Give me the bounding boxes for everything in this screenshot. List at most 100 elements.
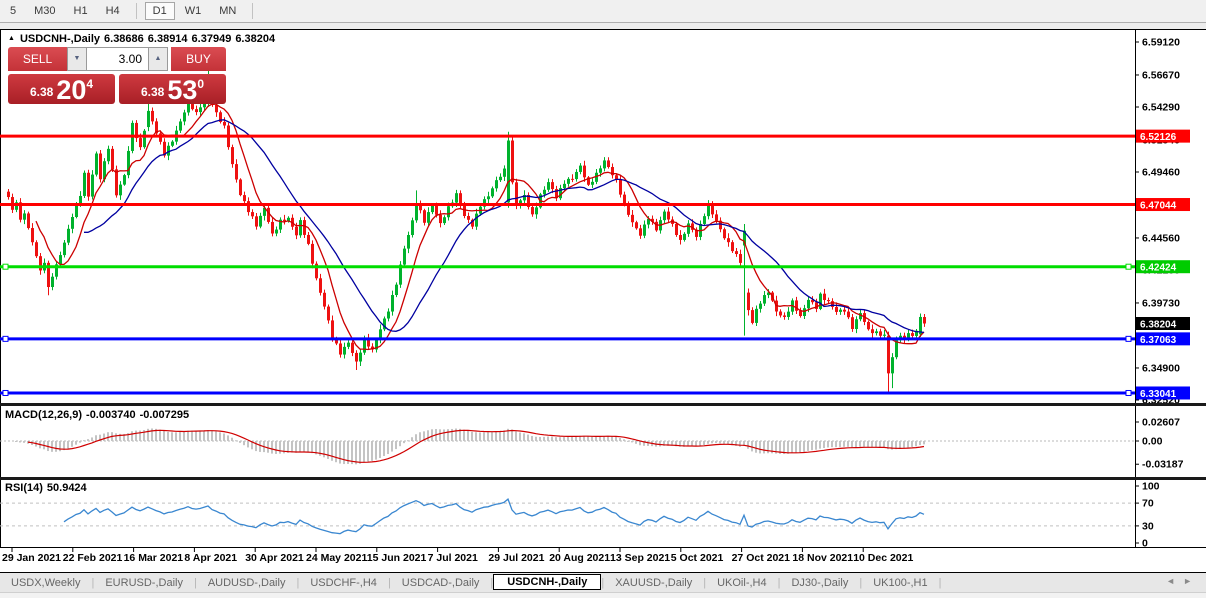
resistance-line-2-price-label: 6.47044 <box>1140 201 1177 212</box>
support-line-1-price-label: 6.37063 <box>1140 335 1177 346</box>
date-axis-tick: 8 Apr 2021 <box>184 552 237 564</box>
timeframe-button-5[interactable]: 5 <box>2 2 24 20</box>
rsi-value: 50.9424 <box>46 482 87 494</box>
ohlc-high: 6.38914 <box>147 33 188 45</box>
status-strip <box>0 592 1206 598</box>
macd-axis-tick: 0.00 <box>1142 436 1163 448</box>
support-line-2-handle-right[interactable] <box>1125 389 1132 396</box>
support-line-2-price-label: 6.33041 <box>1140 389 1177 400</box>
rsi-indicator-label: RSI(14) 50.9424 <box>5 482 91 494</box>
bid-price-big: 20 <box>56 75 87 105</box>
tab-scroll-left-icon[interactable]: ◄ <box>1166 576 1183 586</box>
volume-input[interactable]: 3.00 <box>87 47 148 71</box>
tab-separator: | <box>938 576 942 589</box>
date-axis-tick: 15 Jun 2021 <box>367 552 427 564</box>
bid-price-small: 6.38 <box>29 85 54 99</box>
date-axis-tick: 16 Mar 2021 <box>124 552 184 564</box>
price-axis-tick: 6.49460 <box>1142 167 1180 179</box>
ohlc-low: 6.37949 <box>191 33 232 45</box>
pivot-line-price-label: 6.42424 <box>1140 263 1177 274</box>
timeframe-button-m30[interactable]: M30 <box>26 2 63 20</box>
symbol-tab-bar: USDX,Weekly | EURUSD-,Daily | AUDUSD-,Daily |… <box>0 572 1206 592</box>
date-axis-tick: 18 Nov 2021 <box>792 552 853 564</box>
volume-decrease-button[interactable]: ▼ <box>67 47 87 71</box>
price-axis-tick: 6.44560 <box>1142 232 1180 244</box>
ohlc-header: ▲ USDCNH-,Daily 6.38686 6.38914 6.37949 6.382… <box>8 33 279 45</box>
date-axis-tick: 20 Aug 2021 <box>549 552 610 564</box>
current-price-label: 6.38204 <box>1140 320 1177 331</box>
date-axis-tick: 5 Oct 2021 <box>671 552 724 564</box>
date-axis-tick: 22 Feb 2021 <box>63 552 123 564</box>
date-axis-tick: 29 Jul 2021 <box>488 552 544 564</box>
price-axis-tick: 6.56670 <box>1142 69 1180 81</box>
chart-tab-audusd[interactable]: AUDUSD-,Daily <box>197 575 297 591</box>
timeframe-button-h1[interactable]: H1 <box>66 2 96 20</box>
volume-increase-button[interactable]: ▲ <box>148 47 168 71</box>
chart-tab-xauusd[interactable]: XAUUSD-,Daily <box>604 575 703 591</box>
chart-tab-eurusd[interactable]: EURUSD-,Daily <box>94 575 194 591</box>
date-axis-tick: 29 Jan 2021 <box>2 552 61 564</box>
chart-tab-usdx[interactable]: USDX,Weekly <box>0 575 91 591</box>
macd-histogram <box>15 428 925 465</box>
chart-tab-ukoil[interactable]: UKOil-,H4 <box>706 575 778 591</box>
timeframe-button-w1[interactable]: W1 <box>177 2 210 20</box>
date-axis-tick: 10 Dec 2021 <box>853 552 913 564</box>
rsi-axis-tick: 70 <box>1142 498 1154 510</box>
rsi-axis-tick: 100 <box>1142 481 1160 493</box>
support-line-1-handle-left[interactable] <box>2 335 9 342</box>
rsi-axis-tick: 30 <box>1142 520 1154 532</box>
rsi-name: RSI(14) <box>5 482 43 494</box>
pane-splitter-rsi[interactable] <box>0 477 1206 480</box>
ohlc-close: 6.38204 <box>235 33 276 45</box>
rsi-axis-tick: 0 <box>1142 538 1148 550</box>
ask-price-small: 6.38 <box>140 85 165 99</box>
macd-value-main: -0.003740 <box>86 409 136 421</box>
price-axis-tick: 6.59120 <box>1142 37 1180 49</box>
date-axis-tick: 13 Sep 2021 <box>610 552 670 564</box>
price-axis-tick: 6.34900 <box>1142 362 1180 374</box>
toolbar-separator <box>135 3 137 19</box>
macd-axis-tick: -0.03187 <box>1142 459 1184 471</box>
ask-price-big: 53 <box>167 75 198 105</box>
macd-value-signal: -0.007295 <box>139 409 190 421</box>
buy-button[interactable]: BUY <box>171 47 226 71</box>
resistance-line-1-price-label: 6.52126 <box>1140 132 1177 143</box>
toolbar-separator <box>252 3 254 19</box>
date-axis-tick: 24 May 2021 <box>306 552 367 564</box>
chart-tab-usdchf[interactable]: USDCHF-,H4 <box>299 575 388 591</box>
ma-fast-line[interactable] <box>35 103 925 351</box>
collapse-icon[interactable]: ▲ <box>8 35 15 42</box>
macd-indicator-label: MACD(12,26,9) -0.003740 -0.007295 <box>5 409 193 421</box>
timeframe-button-d1[interactable]: D1 <box>144 2 175 20</box>
chart-tab-uk100[interactable]: UK100-,H1 <box>862 575 938 591</box>
tab-scroll-arrows[interactable]: ◄► <box>1166 576 1200 586</box>
support-line-1-handle-right[interactable] <box>1125 335 1132 342</box>
pane-splitter-macd[interactable] <box>0 403 1206 406</box>
price-axis-tick: 6.39730 <box>1142 297 1180 309</box>
support-line-2-handle-left[interactable] <box>2 389 9 396</box>
chart-tab-usdcad[interactable]: USDCAD-,Daily <box>391 575 491 591</box>
date-axis-tick: 7 Jul 2021 <box>428 552 478 564</box>
chart-window: 6.591206.566706.542906.518406.494606.445… <box>0 29 1206 572</box>
bid-quote-button[interactable]: 6.38 20 4 <box>8 74 115 104</box>
rsi-line <box>63 498 925 535</box>
sell-button[interactable]: SELL <box>8 47 67 71</box>
one-click-trade-panel: SELL ▼ 3.00 ▲ BUY 6.38 20 4 6.38 53 0 <box>8 47 226 104</box>
tab-scroll-right-icon[interactable]: ► <box>1183 576 1200 586</box>
chart-tab-usdcnh[interactable]: USDCNH-,Daily <box>493 574 602 590</box>
price-chart[interactable]: 6.591206.566706.542906.518406.494606.445… <box>0 29 1206 572</box>
chart-tab-dj30[interactable]: DJ30-,Daily <box>780 575 859 591</box>
price-axis-tick: 6.54290 <box>1142 102 1180 114</box>
macd-name: MACD(12,26,9) <box>5 409 83 421</box>
timeframe-button-mn[interactable]: MN <box>211 2 244 20</box>
symbol-label: USDCNH-,Daily <box>19 33 101 45</box>
pivot-line-handle-left[interactable] <box>2 263 9 270</box>
ask-price-sup: 0 <box>197 77 205 91</box>
bid-price-sup: 4 <box>86 77 94 91</box>
timeframe-button-h4[interactable]: H4 <box>98 2 128 20</box>
pivot-line-handle-right[interactable] <box>1125 263 1132 270</box>
ask-quote-button[interactable]: 6.38 53 0 <box>119 74 226 104</box>
date-axis-tick: 30 Apr 2021 <box>245 552 304 564</box>
date-axis-tick: 27 Oct 2021 <box>732 552 791 564</box>
ohlc-open: 6.38686 <box>104 33 144 45</box>
